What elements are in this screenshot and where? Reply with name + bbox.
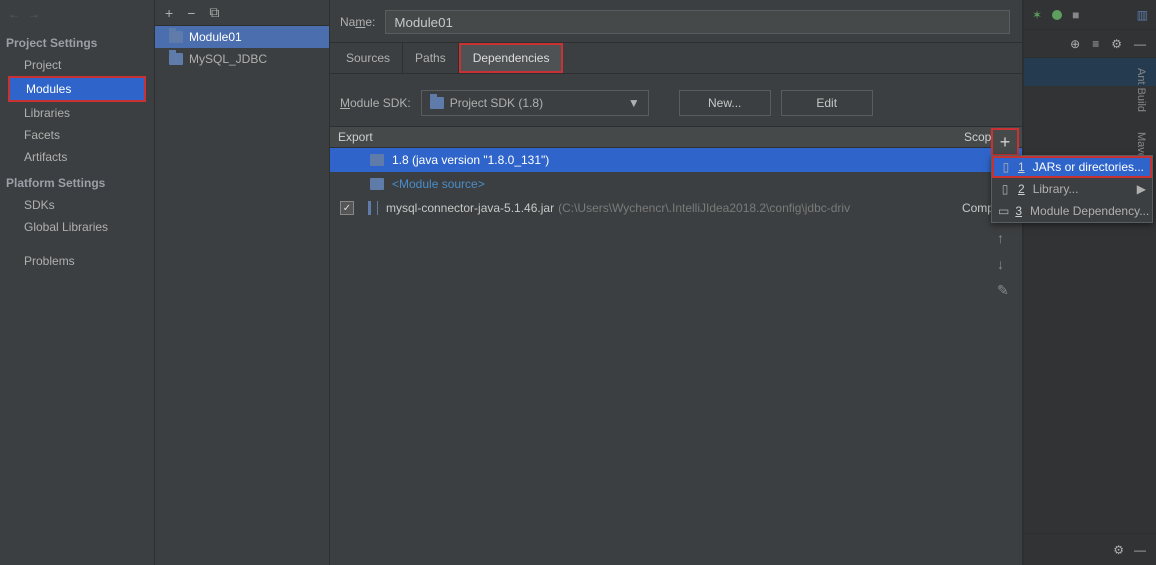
popup-item-jars[interactable]: ▯ 1 JARs or directories... [992, 156, 1152, 178]
popup-shortcut: 3 [1015, 204, 1022, 218]
back-arrow-icon[interactable]: ← [8, 7, 20, 21]
settings-sidebar: ← → Project Settings Project Modules Lib… [0, 0, 155, 565]
module-item-module01[interactable]: Module01 [155, 26, 329, 48]
plus-icon: + [1000, 132, 1011, 153]
module-name-input[interactable] [385, 10, 1010, 34]
sidebar-item-facets[interactable]: Facets [0, 124, 154, 146]
popup-item-library[interactable]: ▯ 2 Library... ▶ [992, 178, 1152, 200]
module-name-row: Name: [330, 0, 1022, 42]
copy-module-icon[interactable]: ⧉ [209, 4, 219, 21]
sidebar-item-project[interactable]: Project [0, 54, 154, 76]
folder-icon [169, 31, 183, 43]
right-second-toolbar: ⊕ ≡ ⚙ — [1024, 30, 1156, 58]
popup-shortcut: 1 [1018, 160, 1025, 174]
module-list-toolbar: + − ⧉ [155, 0, 329, 26]
folder-icon [370, 154, 384, 166]
sdk-new-button[interactable]: New... [679, 90, 771, 116]
sidebar-item-problems[interactable]: Problems [0, 250, 154, 272]
module-name-label: Name: [340, 15, 375, 29]
module-list-panel: + − ⧉ Module01 MySQL_JDBC [155, 0, 330, 565]
dependency-path: (C:\Users\Wychencr\.IntelliJIdea2018.2\c… [558, 201, 850, 215]
forward-arrow-icon[interactable]: → [28, 7, 40, 21]
dependency-label: <Module source> [392, 177, 485, 191]
right-bottom-toolbar: ⚙ — [1024, 533, 1156, 565]
library-icon: ▯ [998, 182, 1012, 196]
dependency-row-jar[interactable]: ✓ mysql-connector-java-5.1.46.jar (C:\Us… [330, 196, 1022, 220]
module-sdk-label: Module SDK: [340, 96, 411, 110]
tool-icon[interactable]: ▥ [1137, 8, 1148, 22]
folder-icon [430, 97, 444, 109]
remove-module-icon[interactable]: − [187, 5, 195, 21]
export-checkbox[interactable]: ✓ [340, 201, 354, 215]
project-settings-heading: Project Settings [0, 28, 154, 54]
module-editor-panel: Name: Sources Paths Dependencies Module … [330, 0, 1023, 565]
sidebar-item-libraries[interactable]: Libraries [0, 102, 154, 124]
module-sdk-row: Module SDK: Project SDK (1.8) ▼ New... E… [330, 74, 1022, 126]
module-icon: ▭ [998, 204, 1009, 218]
dependency-table-body: 1.8 (java version "1.8.0_131") <Module s… [330, 148, 1022, 220]
dependency-row-sdk[interactable]: 1.8 (java version "1.8.0_131") [330, 148, 1022, 172]
tab-dependencies[interactable]: Dependencies [459, 43, 564, 73]
sidebar-item-modules[interactable]: Modules [8, 76, 146, 102]
filter-icon[interactable]: ≡ [1092, 37, 1099, 51]
tab-sources[interactable]: Sources [334, 43, 403, 73]
header-export: Export [330, 130, 964, 144]
module-tabs: Sources Paths Dependencies [330, 42, 1022, 74]
popup-label: JARs or directories... [1033, 160, 1144, 174]
add-dependency-button[interactable]: + [991, 128, 1019, 156]
right-top-toolbar: ✶ ■ ▥ [1024, 0, 1156, 30]
minimize-icon[interactable]: — [1134, 543, 1146, 557]
sidebar-item-artifacts[interactable]: Artifacts [0, 146, 154, 168]
popup-label: Module Dependency... [1030, 204, 1149, 218]
add-dependency-popup: ▯ 1 JARs or directories... ▯ 2 Library..… [991, 155, 1153, 223]
sidebar-item-global-libraries[interactable]: Global Libraries [0, 216, 154, 238]
chevron-right-icon: ▶ [1137, 182, 1146, 196]
gear-icon[interactable]: ⚙ [1111, 37, 1122, 51]
tab-paths[interactable]: Paths [403, 43, 459, 73]
module-item-mysqljdbc[interactable]: MySQL_JDBC [155, 48, 329, 70]
run-icon[interactable] [1052, 10, 1062, 20]
popup-shortcut: 2 [1018, 182, 1025, 196]
add-module-icon[interactable]: + [165, 5, 173, 21]
platform-settings-heading: Platform Settings [0, 168, 154, 194]
module-sdk-value: Project SDK (1.8) [450, 96, 543, 110]
dependency-label: 1.8 (java version "1.8.0_131") [392, 153, 549, 167]
module-item-label: Module01 [189, 30, 242, 44]
chevron-down-icon: ▼ [628, 96, 640, 110]
dependency-row-module-source[interactable]: <Module source> [330, 172, 1022, 196]
vertical-tab-ant[interactable]: Ant Build [1135, 68, 1147, 112]
dependency-table-header: Export Scope [330, 126, 1022, 148]
move-down-icon[interactable]: ↓ [997, 256, 1009, 272]
library-icon [368, 201, 378, 215]
library-icon: ▯ [1000, 160, 1012, 174]
sidebar-item-sdks[interactable]: SDKs [0, 194, 154, 216]
popup-label: Library... [1033, 182, 1079, 196]
module-item-label: MySQL_JDBC [189, 52, 267, 66]
sdk-edit-button[interactable]: Edit [781, 90, 873, 116]
dependency-side-toolbar: ↑ ↓ ✎ [997, 230, 1009, 299]
folder-icon [370, 178, 384, 190]
folder-icon [169, 53, 183, 65]
nav-arrows: ← → [0, 0, 154, 28]
popup-item-module-dep[interactable]: ▭ 3 Module Dependency... [992, 200, 1152, 222]
stop-icon[interactable]: ■ [1072, 8, 1079, 22]
module-sdk-dropdown[interactable]: Project SDK (1.8) ▼ [421, 90, 649, 116]
target-icon[interactable]: ⊕ [1070, 37, 1080, 51]
move-up-icon[interactable]: ↑ [997, 230, 1009, 246]
gear-icon[interactable]: ⚙ [1113, 543, 1124, 557]
dependency-label: mysql-connector-java-5.1.46.jar [386, 201, 554, 215]
minimize-icon[interactable]: — [1134, 37, 1146, 51]
bug-icon[interactable]: ✶ [1032, 8, 1042, 22]
edit-icon[interactable]: ✎ [997, 282, 1009, 299]
